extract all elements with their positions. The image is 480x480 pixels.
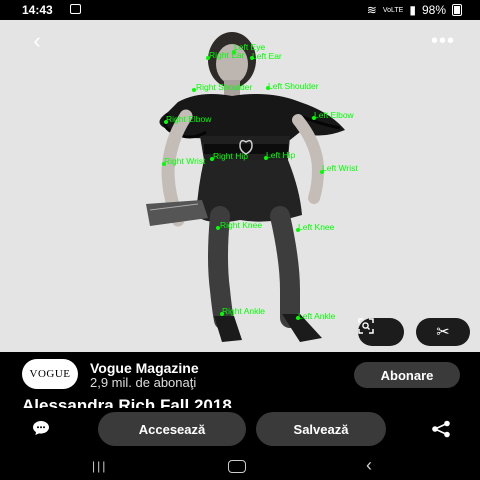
subscriber-count: 2,9 mil. de abonaţi: [90, 375, 197, 390]
channel-logo[interactable]: VOGUE: [22, 359, 78, 389]
action-bar: Accesează Salvează: [0, 408, 480, 452]
keypoint-label-left-wrist: Left Wrist: [322, 163, 358, 173]
keypoint-label-left-knee: Left Knee: [298, 222, 335, 232]
keypoint-label-right-knee: Right Knee: [220, 220, 263, 230]
visual-search-icon[interactable]: [358, 318, 404, 346]
channel-section: VOGUE Vogue Magazine 2,9 mil. de abonaţi…: [0, 352, 480, 412]
back-arrow-icon[interactable]: ‹: [22, 26, 52, 56]
battery-percent: 98%: [421, 3, 446, 17]
keypoint-label-left-shoulder: Left Shoulder: [268, 81, 319, 91]
home-icon[interactable]: [228, 460, 246, 473]
more-dots-icon[interactable]: •••: [428, 26, 458, 56]
save-button[interactable]: Salvează: [256, 412, 386, 446]
system-nav-bar: ||| ‹: [0, 452, 480, 480]
gallery-notification-icon: [70, 4, 81, 14]
keypoint-label-left-ear: Left Ear: [252, 51, 282, 61]
model-figure: [0, 20, 480, 352]
keypoint-label-right-ankle: Right Ankle: [222, 306, 265, 316]
keypoint-label-right-shoulder: Right Shoulder: [196, 82, 253, 92]
keypoint-label-left-elbow: Left Elbow: [314, 110, 354, 120]
channel-name[interactable]: Vogue Magazine: [90, 360, 199, 376]
keypoint-label-left-ankle: Left Ankle: [298, 311, 336, 321]
back-nav-icon[interactable]: ‹: [366, 455, 372, 476]
keypoint-label-right-ear: Right Ear: [209, 50, 245, 60]
keypoint-label-right-wrist: Right Wrist: [164, 156, 206, 166]
wifi-icon: ≋: [366, 3, 377, 17]
comment-icon[interactable]: [32, 420, 50, 436]
share-icon[interactable]: [430, 420, 452, 438]
battery-icon: [452, 4, 462, 16]
scissors-icon[interactable]: ✂: [416, 318, 470, 346]
status-bar: 14:43 ≋ VoLTE ▮ 98%: [0, 0, 480, 20]
subscribe-button[interactable]: Abonare: [354, 362, 460, 388]
status-time: 14:43: [22, 3, 53, 17]
volte-label: VoLTE: [382, 6, 404, 14]
recent-apps-icon[interactable]: |||: [92, 459, 107, 473]
pin-image[interactable]: ‹ ••• Left Eye Right Ear Left Ear Right …: [0, 20, 480, 352]
keypoint-label-right-hip: Right Hip: [213, 151, 248, 161]
keypoint-label-left-hip: Left Hip: [266, 150, 296, 160]
status-icons: ≋ VoLTE ▮ 98%: [367, 3, 462, 17]
signal-icon: ▮: [409, 3, 416, 17]
keypoint-label-right-elbow: Right Elbow: [166, 114, 212, 124]
visit-button[interactable]: Accesează: [98, 412, 246, 446]
